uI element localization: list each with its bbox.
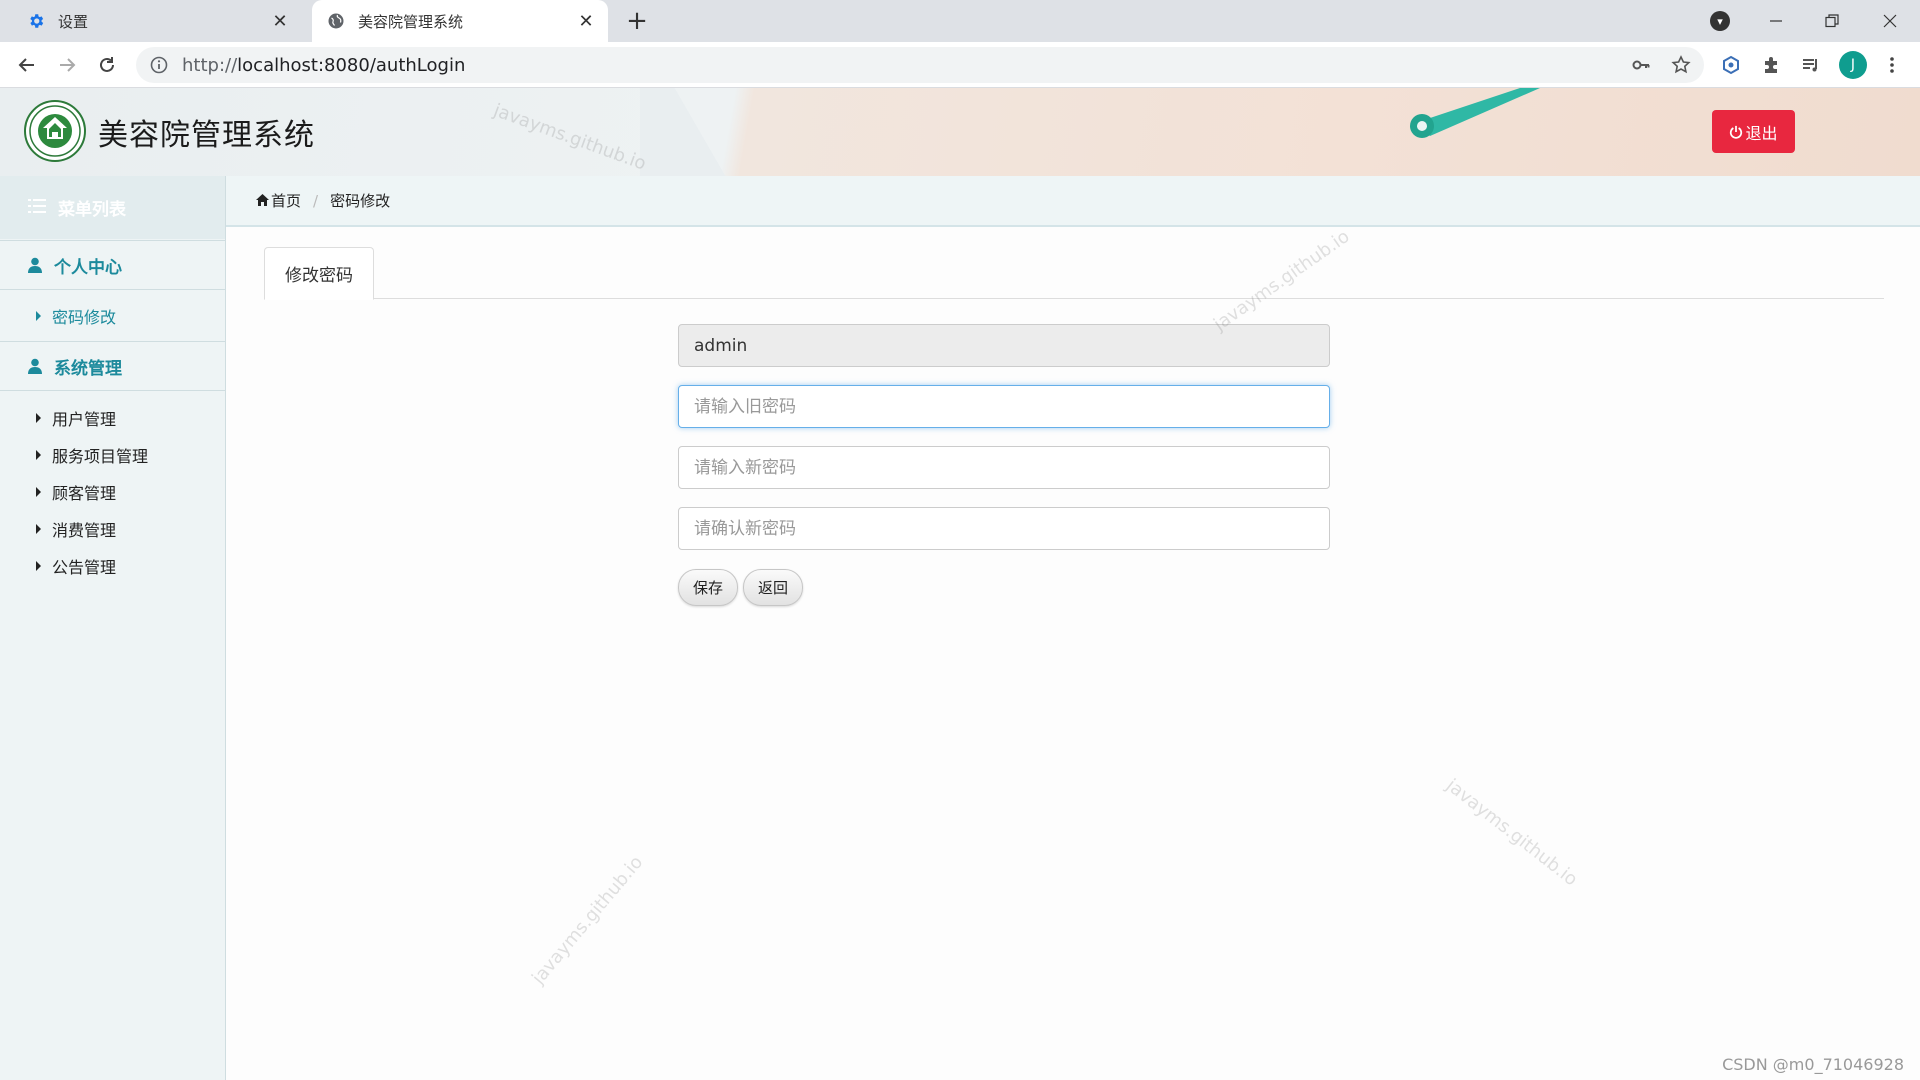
home-icon — [256, 192, 269, 210]
sidebar-group-label: 系统管理 — [54, 358, 122, 379]
url-text: http://localhost:8080/authLogin — [182, 54, 466, 76]
save-button[interactable]: 保存 — [678, 569, 739, 606]
breadcrumb-current: 密码修改 — [330, 192, 391, 210]
sidebar-item-label: 服务项目管理 — [52, 446, 149, 466]
restore-icon[interactable] — [1804, 0, 1860, 42]
info-icon[interactable] — [150, 56, 168, 74]
username-field[interactable] — [678, 324, 1330, 367]
sidebar-item-users[interactable]: 用户管理 — [0, 399, 225, 436]
sidebar-item-label: 顾客管理 — [52, 483, 117, 503]
reload-icon[interactable] — [92, 50, 122, 80]
sidebar-group-label: 个人中心 — [54, 257, 122, 278]
old-password-field[interactable] — [678, 385, 1330, 428]
user-icon — [28, 358, 42, 374]
sidebar-item-label: 消费管理 — [52, 520, 117, 540]
logout-button[interactable]: 退出 — [1712, 110, 1795, 153]
clip-decoration — [1400, 88, 1550, 148]
sidebar-group-system[interactable]: 系统管理 — [0, 341, 225, 391]
profile-avatar[interactable]: J — [1839, 51, 1867, 79]
sidebar-item-label: 密码修改 — [52, 307, 117, 327]
puzzle-icon[interactable] — [1758, 52, 1784, 78]
confirm-password-field[interactable] — [678, 507, 1330, 550]
caret-right-icon — [36, 486, 41, 497]
back-button[interactable]: 返回 — [743, 569, 804, 606]
app-header: 美容院管理系统 退出 — [0, 88, 1920, 176]
app-title: 美容院管理系统 — [98, 118, 315, 153]
user-icon — [28, 257, 42, 273]
header-decoration — [640, 88, 760, 176]
caret-right-icon — [36, 560, 41, 571]
address-bar[interactable]: http://localhost:8080/authLogin — [136, 47, 1704, 83]
caret-right-icon — [36, 412, 41, 423]
tab-search-icon[interactable]: ▾ — [1710, 11, 1730, 31]
gear-icon — [26, 11, 46, 31]
main-content: 修改密码 用户名 旧密码 新密码 确认密码 保存 返回 — [226, 227, 1920, 1080]
sidebar-item-consumption[interactable]: 消费管理 — [0, 510, 225, 547]
kebab-menu-icon[interactable] — [1879, 52, 1905, 78]
sidebar-item-label: 用户管理 — [52, 409, 117, 429]
menu-list-title: 菜单列表 — [58, 200, 126, 220]
panel-tab-strip: 修改密码 — [264, 247, 1884, 300]
back-arrow-icon[interactable] — [12, 50, 42, 80]
caret-right-icon — [36, 523, 41, 534]
media-queue-icon[interactable] — [1798, 52, 1824, 78]
caret-right-icon — [36, 310, 41, 321]
menu-list-header: 菜单列表 — [0, 176, 225, 239]
sidebar-item-services[interactable]: 服务项目管理 — [0, 436, 225, 473]
tab-title: 美容院管理系统 — [358, 12, 464, 31]
browser-toolbar: http://localhost:8080/authLogin J — [0, 42, 1920, 88]
browser-tab-app[interactable]: 美容院管理系统 ✕ — [312, 0, 608, 42]
sidebar-item-password[interactable]: 密码修改 — [0, 290, 225, 341]
close-icon[interactable]: ✕ — [268, 9, 292, 33]
forward-arrow-icon[interactable] — [52, 50, 82, 80]
caret-right-icon — [36, 449, 41, 460]
list-icon — [28, 198, 46, 218]
sidebar-item-announcements[interactable]: 公告管理 — [0, 547, 225, 584]
extension-hex-icon[interactable] — [1718, 52, 1744, 78]
form-row-confirm-password: 确认密码 — [226, 507, 1920, 551]
new-password-field[interactable] — [678, 446, 1330, 489]
form-row-username: 用户名 — [226, 324, 1920, 368]
tab-title: 设置 — [58, 12, 89, 31]
breadcrumb-separator: / — [313, 191, 319, 210]
browser-tab-settings[interactable]: 设置 ✕ — [12, 0, 302, 42]
sidebar-group-personal[interactable]: 个人中心 — [0, 240, 225, 290]
power-icon — [1730, 125, 1743, 139]
logout-label: 退出 — [1745, 125, 1778, 143]
globe-icon — [326, 11, 346, 31]
footer-credit: CSDN @m0_71046928 — [1722, 1055, 1904, 1074]
breadcrumb: 首页 / 密码修改 — [226, 176, 1920, 227]
form-row-new-password: 新密码 — [226, 446, 1920, 490]
browser-tab-bar: 设置 ✕ 美容院管理系统 ✕ + ▾ — [0, 0, 1920, 42]
close-window-icon[interactable] — [1862, 0, 1918, 42]
new-tab-button[interactable]: + — [622, 6, 652, 36]
university-logo — [24, 100, 86, 162]
close-icon[interactable]: ✕ — [574, 9, 598, 33]
sidebar-item-customers[interactable]: 顾客管理 — [0, 473, 225, 510]
tab-change-password[interactable]: 修改密码 — [264, 247, 374, 300]
key-icon[interactable] — [1628, 52, 1654, 78]
breadcrumb-home-link[interactable]: 首页 — [271, 190, 301, 211]
sidebar: 菜单列表 个人中心 密码修改 系统管理 用户管理 服务项目管理 顾客管理 消费管… — [0, 176, 226, 1080]
star-icon[interactable] — [1668, 52, 1694, 78]
form-row-old-password: 旧密码 — [226, 385, 1920, 429]
form-actions: 保存 返回 — [678, 569, 804, 606]
sidebar-item-label: 公告管理 — [52, 557, 117, 577]
minimize-icon[interactable] — [1748, 0, 1804, 42]
